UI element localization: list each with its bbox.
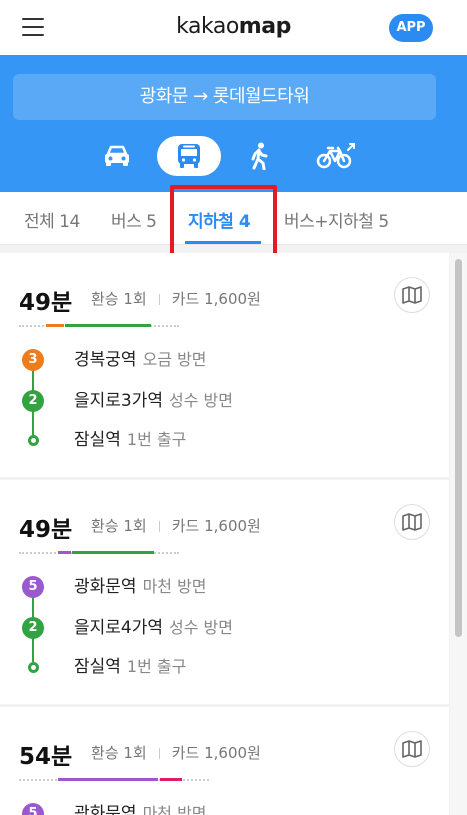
line-segment (72, 551, 154, 554)
map-icon (402, 286, 422, 304)
line-number-badge: 2 (22, 390, 44, 412)
logo-bold-text: map (238, 14, 292, 39)
stop-item: 5 광화문역 마천 방면 (22, 803, 422, 815)
tab-bus[interactable]: 버스 5 (111, 207, 157, 232)
line-number-badge: 2 (22, 617, 44, 639)
destination-dot-icon (28, 662, 39, 673)
map-icon (402, 513, 422, 531)
mode-car[interactable] (85, 136, 149, 176)
fare: 카드 1,600원 (171, 744, 261, 762)
fare: 카드 1,600원 (171, 517, 261, 535)
line-number-badge: 3 (22, 349, 44, 371)
top-bar: kakaomap APP (0, 0, 467, 55)
mode-transit[interactable] (157, 136, 221, 176)
exit-info: 1번 출구 (126, 430, 187, 449)
view-map-button[interactable] (394, 277, 430, 313)
mode-bike[interactable] (304, 136, 368, 176)
stop-item: 잠실역 1번 출구 (22, 656, 422, 680)
line-segment (65, 324, 151, 327)
route-meta: 환승 1회 카드 1,600원 (91, 742, 261, 763)
station-name: 을지로4가역 (74, 618, 164, 638)
bike-icon (316, 143, 355, 169)
map-icon (402, 740, 422, 758)
exit-info: 1번 출구 (126, 657, 187, 676)
route-card[interactable]: 54분 환승 1회 카드 1,600원 5 광화문역 마천 방면 (0, 707, 449, 815)
route-summary-box[interactable]: 광화문 → 롯데월드타워 (13, 74, 436, 120)
line-segment (58, 551, 71, 554)
route-duration: 54분 (19, 744, 73, 770)
transfer-count: 환승 1회 (91, 517, 147, 535)
route-meta: 환승 1회 카드 1,600원 (91, 515, 261, 536)
walk-icon (251, 142, 268, 170)
route-card[interactable]: 49분 환승 1회 카드 1,600원 3 경복궁역 오금 방면 2 을지로3가역 성… (0, 253, 449, 477)
station-name: 을지로3가역 (74, 391, 164, 411)
station-name: 광화문역 (74, 804, 137, 815)
direction: 마천 방면 (142, 577, 207, 596)
destination-dot-icon (28, 435, 39, 446)
tab-bus-subway[interactable]: 버스+지하철 5 (284, 207, 389, 232)
direction: 성수 방면 (169, 618, 233, 637)
fare: 카드 1,600원 (171, 290, 261, 308)
app-button[interactable]: APP (389, 14, 433, 42)
scrollbar[interactable] (450, 253, 467, 815)
direction: 마천 방면 (142, 804, 207, 815)
line-segment (160, 778, 182, 781)
route-header: 광화문 → 롯데월드타워 (0, 55, 467, 192)
scrollbar-thumb[interactable] (455, 259, 462, 637)
station-name: 경복궁역 (74, 350, 137, 370)
bus-icon (178, 144, 200, 168)
route-duration: 49분 (19, 290, 73, 316)
route-card[interactable]: 49분 환승 1회 카드 1,600원 5 광화문역 마천 방면 2 을지로4가역 성… (0, 480, 449, 704)
station-name: 잠실역 (74, 657, 121, 677)
view-map-button[interactable] (394, 731, 430, 767)
stop-item: 잠실역 1번 출구 (22, 429, 422, 453)
line-number-badge: 5 (22, 576, 44, 598)
logo-light-text: kakao (176, 14, 239, 39)
line-segment (46, 324, 64, 327)
view-map-button[interactable] (394, 504, 430, 540)
mode-walk[interactable] (227, 136, 291, 176)
line-segment (58, 778, 158, 781)
direction: 성수 방면 (169, 391, 233, 410)
station-name: 광화문역 (74, 577, 137, 597)
transfer-count: 환승 1회 (91, 290, 147, 308)
transfer-count: 환승 1회 (91, 744, 147, 762)
stop-item: 5 광화문역 마천 방면 (22, 576, 422, 600)
line-number-badge: 5 (22, 803, 44, 815)
stop-item: 2 을지로3가역 성수 방면 (22, 390, 422, 414)
route-meta: 환승 1회 카드 1,600원 (91, 288, 261, 309)
car-icon (105, 145, 129, 166)
tab-all[interactable]: 전체 14 (24, 207, 80, 232)
stop-item: 2 을지로4가역 성수 방면 (22, 617, 422, 641)
route-duration: 49분 (19, 517, 73, 543)
station-name: 잠실역 (74, 430, 121, 450)
stop-item: 3 경복궁역 오금 방면 (22, 349, 422, 373)
direction: 오금 방면 (142, 350, 207, 369)
